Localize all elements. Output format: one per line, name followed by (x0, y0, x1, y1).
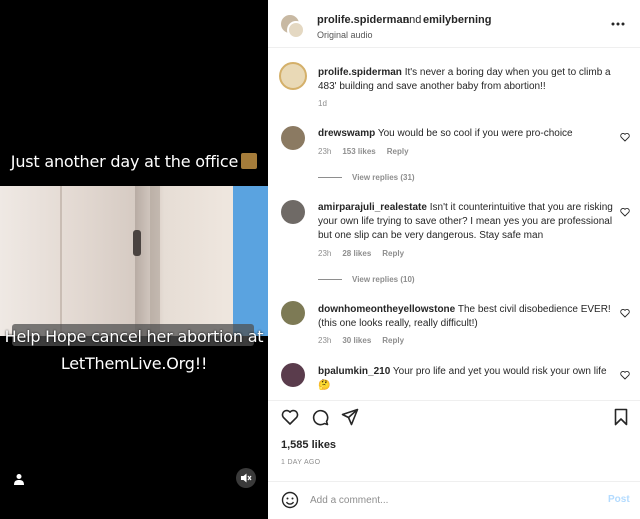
caption-bottom-line2: LetThemLive.Org!! (60, 354, 208, 373)
comment-time: 23h (318, 147, 332, 156)
post-panel: prolife.spiderman and emilyberning Origi… (268, 0, 640, 519)
user-tag-icon[interactable] (13, 473, 25, 485)
caption-time: 1d (318, 99, 327, 108)
comment-username[interactable]: drewswamp (318, 128, 375, 139)
comment-text: You would be so cool if you were pro-cho… (377, 128, 573, 139)
building-edge (150, 186, 160, 336)
mute-button[interactable] (236, 468, 256, 488)
caption-top-text: Just another day at the office (10, 152, 239, 171)
building-seam (60, 186, 62, 336)
post-date: 1 DAY AGO (281, 459, 321, 466)
comment-likes[interactable]: 28 likes (342, 249, 371, 258)
header-username-2[interactable]: emilyberning (423, 14, 491, 26)
avatar[interactable] (281, 363, 305, 387)
comment-item: bpalumkin_210 Your pro life and yet you … (318, 365, 618, 393)
view-replies-label: View replies (31) (352, 173, 415, 182)
header-and-text: and (403, 14, 422, 26)
comment-item: downhomeontheyellowstone The best civil … (318, 303, 618, 331)
video-caption-top: Just another day at the office (0, 152, 268, 171)
comments-list: prolife.spiderman It's never a boring da… (268, 48, 640, 398)
emoji-smiley-icon[interactable] (281, 491, 299, 509)
comment-meta: 23h 30 likes Reply (318, 336, 415, 345)
avatar[interactable] (281, 200, 305, 224)
header-username-1[interactable]: prolife.spiderman (317, 14, 409, 26)
view-replies-label: View replies (10) (352, 275, 415, 284)
comment-text: Your pro life and yet you would risk you… (392, 366, 607, 377)
reply-button[interactable]: Reply (382, 336, 404, 345)
original-audio-link[interactable]: Original audio (317, 30, 373, 40)
reply-button[interactable]: Reply (387, 147, 409, 156)
more-options-icon[interactable] (610, 21, 626, 27)
post-header: prolife.spiderman and emilyberning Origi… (268, 0, 640, 48)
divider (318, 177, 342, 179)
likes-count[interactable]: 1,585 likes (281, 439, 336, 451)
building-facade-left (0, 186, 135, 336)
comment-input[interactable] (310, 492, 560, 508)
caption-meta: 1d (318, 99, 338, 108)
comment-meta: 23h 153 likes Reply (318, 147, 420, 156)
comment-bubble-icon[interactable] (311, 408, 329, 426)
comment-item: amirparajuli_realestate Isn't it counter… (318, 201, 618, 243)
share-paper-plane-icon[interactable] (341, 408, 359, 426)
caption-bottom-line1: Help Hope cancel her abortion at (4, 327, 264, 346)
video-frame (0, 186, 268, 336)
climber-emoji-icon (241, 153, 258, 169)
heart-icon[interactable] (620, 207, 630, 217)
avatar[interactable] (287, 21, 305, 39)
avatar[interactable] (281, 126, 305, 150)
comment-item: drewswamp You would be so cool if you we… (318, 127, 618, 141)
sky (233, 186, 268, 336)
comment-username[interactable]: downhomeontheyellowstone (318, 304, 455, 315)
comment-username[interactable]: bpalumkin_210 (318, 366, 390, 377)
post-caption: prolife.spiderman It's never a boring da… (318, 66, 618, 94)
view-replies-button[interactable]: View replies (31) (318, 173, 415, 182)
divider (318, 279, 342, 281)
bookmark-icon[interactable] (612, 408, 630, 426)
thinking-emoji: 🤔 (318, 380, 331, 391)
speaker-muted-icon (241, 473, 252, 483)
climber-figure (133, 230, 141, 256)
avatar[interactable] (279, 62, 307, 90)
comment-time: 23h (318, 249, 332, 258)
video-player[interactable]: Just another day at the office Help Hope… (0, 0, 268, 519)
like-heart-icon[interactable] (281, 408, 299, 426)
heart-icon[interactable] (620, 132, 630, 142)
comment-time: 23h (318, 336, 332, 345)
post-button[interactable]: Post (608, 494, 630, 505)
heart-icon[interactable] (620, 370, 630, 380)
caption-author[interactable]: prolife.spiderman (318, 67, 402, 78)
comment-likes[interactable]: 30 likes (342, 336, 371, 345)
view-replies-button[interactable]: View replies (10) (318, 275, 415, 284)
reply-button[interactable]: Reply (382, 249, 404, 258)
comment-meta: 23h 28 likes Reply (318, 249, 415, 258)
comment-likes[interactable]: 153 likes (342, 147, 375, 156)
heart-icon[interactable] (620, 308, 630, 318)
comment-username[interactable]: amirparajuli_realestate (318, 202, 427, 213)
avatar[interactable] (281, 301, 305, 325)
